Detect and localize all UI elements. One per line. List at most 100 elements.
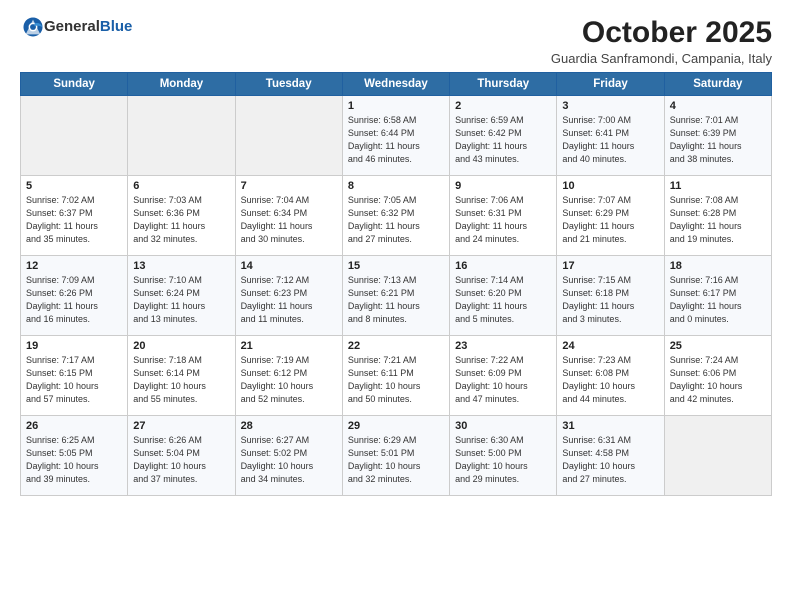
day-number: 12 xyxy=(26,260,122,272)
calendar-cell: 27 Sunrise: 6:26 AM Sunset: 5:04 PM Dayli… xyxy=(128,416,235,496)
day-number: 31 xyxy=(562,420,658,432)
cell-info: Sunrise: 6:59 AM Sunset: 6:42 PM Dayligh… xyxy=(455,114,551,166)
calendar-cell: 12 Sunrise: 7:09 AM Sunset: 6:26 PM Dayli… xyxy=(21,256,128,336)
day-number: 10 xyxy=(562,180,658,192)
logo: GeneralBlue xyxy=(20,16,132,38)
weekday-header-wednesday: Wednesday xyxy=(342,73,449,96)
cell-info: Sunrise: 7:09 AM Sunset: 6:26 PM Dayligh… xyxy=(26,274,122,326)
calendar-week-row: 26 Sunrise: 6:25 AM Sunset: 5:05 PM Dayli… xyxy=(21,416,772,496)
day-number: 22 xyxy=(348,340,444,352)
calendar-cell: 11Sunrise: 7:08 AM Sunset: 6:28 PM Dayli… xyxy=(664,176,771,256)
day-number: 16 xyxy=(455,260,551,272)
calendar-cell: 15Sunrise: 7:13 AM Sunset: 6:21 PM Dayli… xyxy=(342,256,449,336)
calendar-cell: 30 Sunrise: 6:30 AM Sunset: 5:00 PM Dayli… xyxy=(450,416,557,496)
day-number: 19 xyxy=(26,340,122,352)
cell-info: Sunrise: 6:31 AM Sunset: 4:58 PM Dayligh… xyxy=(562,434,658,486)
calendar-cell: 20 Sunrise: 7:18 AM Sunset: 6:14 PM Dayli… xyxy=(128,336,235,416)
day-number: 23 xyxy=(455,340,551,352)
cell-info: Sunrise: 6:27 AM Sunset: 5:02 PM Dayligh… xyxy=(241,434,337,486)
calendar-cell: 19 Sunrise: 7:17 AM Sunset: 6:15 PM Dayli… xyxy=(21,336,128,416)
cell-info: Sunrise: 6:58 AM Sunset: 6:44 PM Dayligh… xyxy=(348,114,444,166)
cell-info: Sunrise: 6:26 AM Sunset: 5:04 PM Dayligh… xyxy=(133,434,229,486)
day-number: 28 xyxy=(241,420,337,432)
day-number: 6 xyxy=(133,180,229,192)
day-number: 30 xyxy=(455,420,551,432)
day-number: 27 xyxy=(133,420,229,432)
day-number: 20 xyxy=(133,340,229,352)
cell-info: Sunrise: 7:23 AM Sunset: 6:08 PM Dayligh… xyxy=(562,354,658,406)
calendar-table: SundayMondayTuesdayWednesdayThursdayFrid… xyxy=(20,72,772,496)
day-number: 3 xyxy=(562,100,658,112)
month-title: October 2025 xyxy=(551,16,772,49)
day-number: 7 xyxy=(241,180,337,192)
calendar-cell: 29 Sunrise: 6:29 AM Sunset: 5:01 PM Dayli… xyxy=(342,416,449,496)
calendar-week-row: 12 Sunrise: 7:09 AM Sunset: 6:26 PM Dayli… xyxy=(21,256,772,336)
day-number: 13 xyxy=(133,260,229,272)
weekday-header-friday: Friday xyxy=(557,73,664,96)
calendar-cell xyxy=(128,96,235,176)
weekday-header-monday: Monday xyxy=(128,73,235,96)
calendar-cell: 5 Sunrise: 7:02 AM Sunset: 6:37 PM Daylig… xyxy=(21,176,128,256)
calendar-cell: 14 Sunrise: 7:12 AM Sunset: 6:23 PM Dayli… xyxy=(235,256,342,336)
cell-info: Sunrise: 6:25 AM Sunset: 5:05 PM Dayligh… xyxy=(26,434,122,486)
day-number: 14 xyxy=(241,260,337,272)
calendar-cell: 16 Sunrise: 7:14 AM Sunset: 6:20 PM Dayli… xyxy=(450,256,557,336)
title-block: October 2025 Guardia Sanframondi, Campan… xyxy=(551,16,772,66)
cell-info: Sunrise: 6:30 AM Sunset: 5:00 PM Dayligh… xyxy=(455,434,551,486)
day-number: 24 xyxy=(562,340,658,352)
location-subtitle: Guardia Sanframondi, Campania, Italy xyxy=(551,51,772,66)
calendar-cell: 23Sunrise: 7:22 AM Sunset: 6:09 PM Dayli… xyxy=(450,336,557,416)
cell-info: Sunrise: 7:03 AM Sunset: 6:36 PM Dayligh… xyxy=(133,194,229,246)
calendar-cell: 22Sunrise: 7:21 AM Sunset: 6:11 PM Dayli… xyxy=(342,336,449,416)
calendar-week-row: 1 Sunrise: 6:58 AM Sunset: 6:44 PM Daylig… xyxy=(21,96,772,176)
cell-info: Sunrise: 7:01 AM Sunset: 6:39 PM Dayligh… xyxy=(670,114,766,166)
cell-info: Sunrise: 7:05 AM Sunset: 6:32 PM Dayligh… xyxy=(348,194,444,246)
day-number: 25 xyxy=(670,340,766,352)
logo-blue-text: Blue xyxy=(100,18,133,35)
calendar-cell: 6 Sunrise: 7:03 AM Sunset: 6:36 PM Daylig… xyxy=(128,176,235,256)
calendar-cell: 31 Sunrise: 6:31 AM Sunset: 4:58 PM Dayli… xyxy=(557,416,664,496)
calendar-cell: 4 Sunrise: 7:01 AM Sunset: 6:39 PM Daylig… xyxy=(664,96,771,176)
day-number: 11 xyxy=(670,180,766,192)
header: GeneralBlue October 2025 Guardia Sanfram… xyxy=(20,16,772,66)
calendar-week-row: 5 Sunrise: 7:02 AM Sunset: 6:37 PM Daylig… xyxy=(21,176,772,256)
calendar-cell: 25 Sunrise: 7:24 AM Sunset: 6:06 PM Dayli… xyxy=(664,336,771,416)
cell-info: Sunrise: 7:04 AM Sunset: 6:34 PM Dayligh… xyxy=(241,194,337,246)
cell-info: Sunrise: 7:15 AM Sunset: 6:18 PM Dayligh… xyxy=(562,274,658,326)
cell-info: Sunrise: 7:00 AM Sunset: 6:41 PM Dayligh… xyxy=(562,114,658,166)
calendar-cell: 18Sunrise: 7:16 AM Sunset: 6:17 PM Dayli… xyxy=(664,256,771,336)
cell-info: Sunrise: 7:17 AM Sunset: 6:15 PM Dayligh… xyxy=(26,354,122,406)
calendar-cell: 26 Sunrise: 6:25 AM Sunset: 5:05 PM Dayli… xyxy=(21,416,128,496)
calendar-cell: 9Sunrise: 7:06 AM Sunset: 6:31 PM Daylig… xyxy=(450,176,557,256)
day-number: 2 xyxy=(455,100,551,112)
cell-info: Sunrise: 7:18 AM Sunset: 6:14 PM Dayligh… xyxy=(133,354,229,406)
weekday-header-row: SundayMondayTuesdayWednesdayThursdayFrid… xyxy=(21,73,772,96)
calendar-cell xyxy=(21,96,128,176)
cell-info: Sunrise: 7:24 AM Sunset: 6:06 PM Dayligh… xyxy=(670,354,766,406)
calendar-cell xyxy=(664,416,771,496)
cell-info: Sunrise: 7:02 AM Sunset: 6:37 PM Dayligh… xyxy=(26,194,122,246)
cell-info: Sunrise: 7:10 AM Sunset: 6:24 PM Dayligh… xyxy=(133,274,229,326)
cell-info: Sunrise: 7:12 AM Sunset: 6:23 PM Dayligh… xyxy=(241,274,337,326)
cell-info: Sunrise: 7:19 AM Sunset: 6:12 PM Dayligh… xyxy=(241,354,337,406)
calendar-cell: 7 Sunrise: 7:04 AM Sunset: 6:34 PM Daylig… xyxy=(235,176,342,256)
calendar-cell: 17 Sunrise: 7:15 AM Sunset: 6:18 PM Dayli… xyxy=(557,256,664,336)
cell-info: Sunrise: 7:14 AM Sunset: 6:20 PM Dayligh… xyxy=(455,274,551,326)
weekday-header-sunday: Sunday xyxy=(21,73,128,96)
cell-info: Sunrise: 7:07 AM Sunset: 6:29 PM Dayligh… xyxy=(562,194,658,246)
day-number: 1 xyxy=(348,100,444,112)
weekday-header-thursday: Thursday xyxy=(450,73,557,96)
day-number: 26 xyxy=(26,420,122,432)
calendar-cell: 24 Sunrise: 7:23 AM Sunset: 6:08 PM Dayli… xyxy=(557,336,664,416)
page: GeneralBlue October 2025 Guardia Sanfram… xyxy=(0,0,792,612)
calendar-cell xyxy=(235,96,342,176)
day-number: 4 xyxy=(670,100,766,112)
day-number: 5 xyxy=(26,180,122,192)
calendar-cell: 13 Sunrise: 7:10 AM Sunset: 6:24 PM Dayli… xyxy=(128,256,235,336)
day-number: 29 xyxy=(348,420,444,432)
day-number: 9 xyxy=(455,180,551,192)
day-number: 17 xyxy=(562,260,658,272)
cell-info: Sunrise: 6:29 AM Sunset: 5:01 PM Dayligh… xyxy=(348,434,444,486)
calendar-cell: 1 Sunrise: 6:58 AM Sunset: 6:44 PM Daylig… xyxy=(342,96,449,176)
day-number: 21 xyxy=(241,340,337,352)
